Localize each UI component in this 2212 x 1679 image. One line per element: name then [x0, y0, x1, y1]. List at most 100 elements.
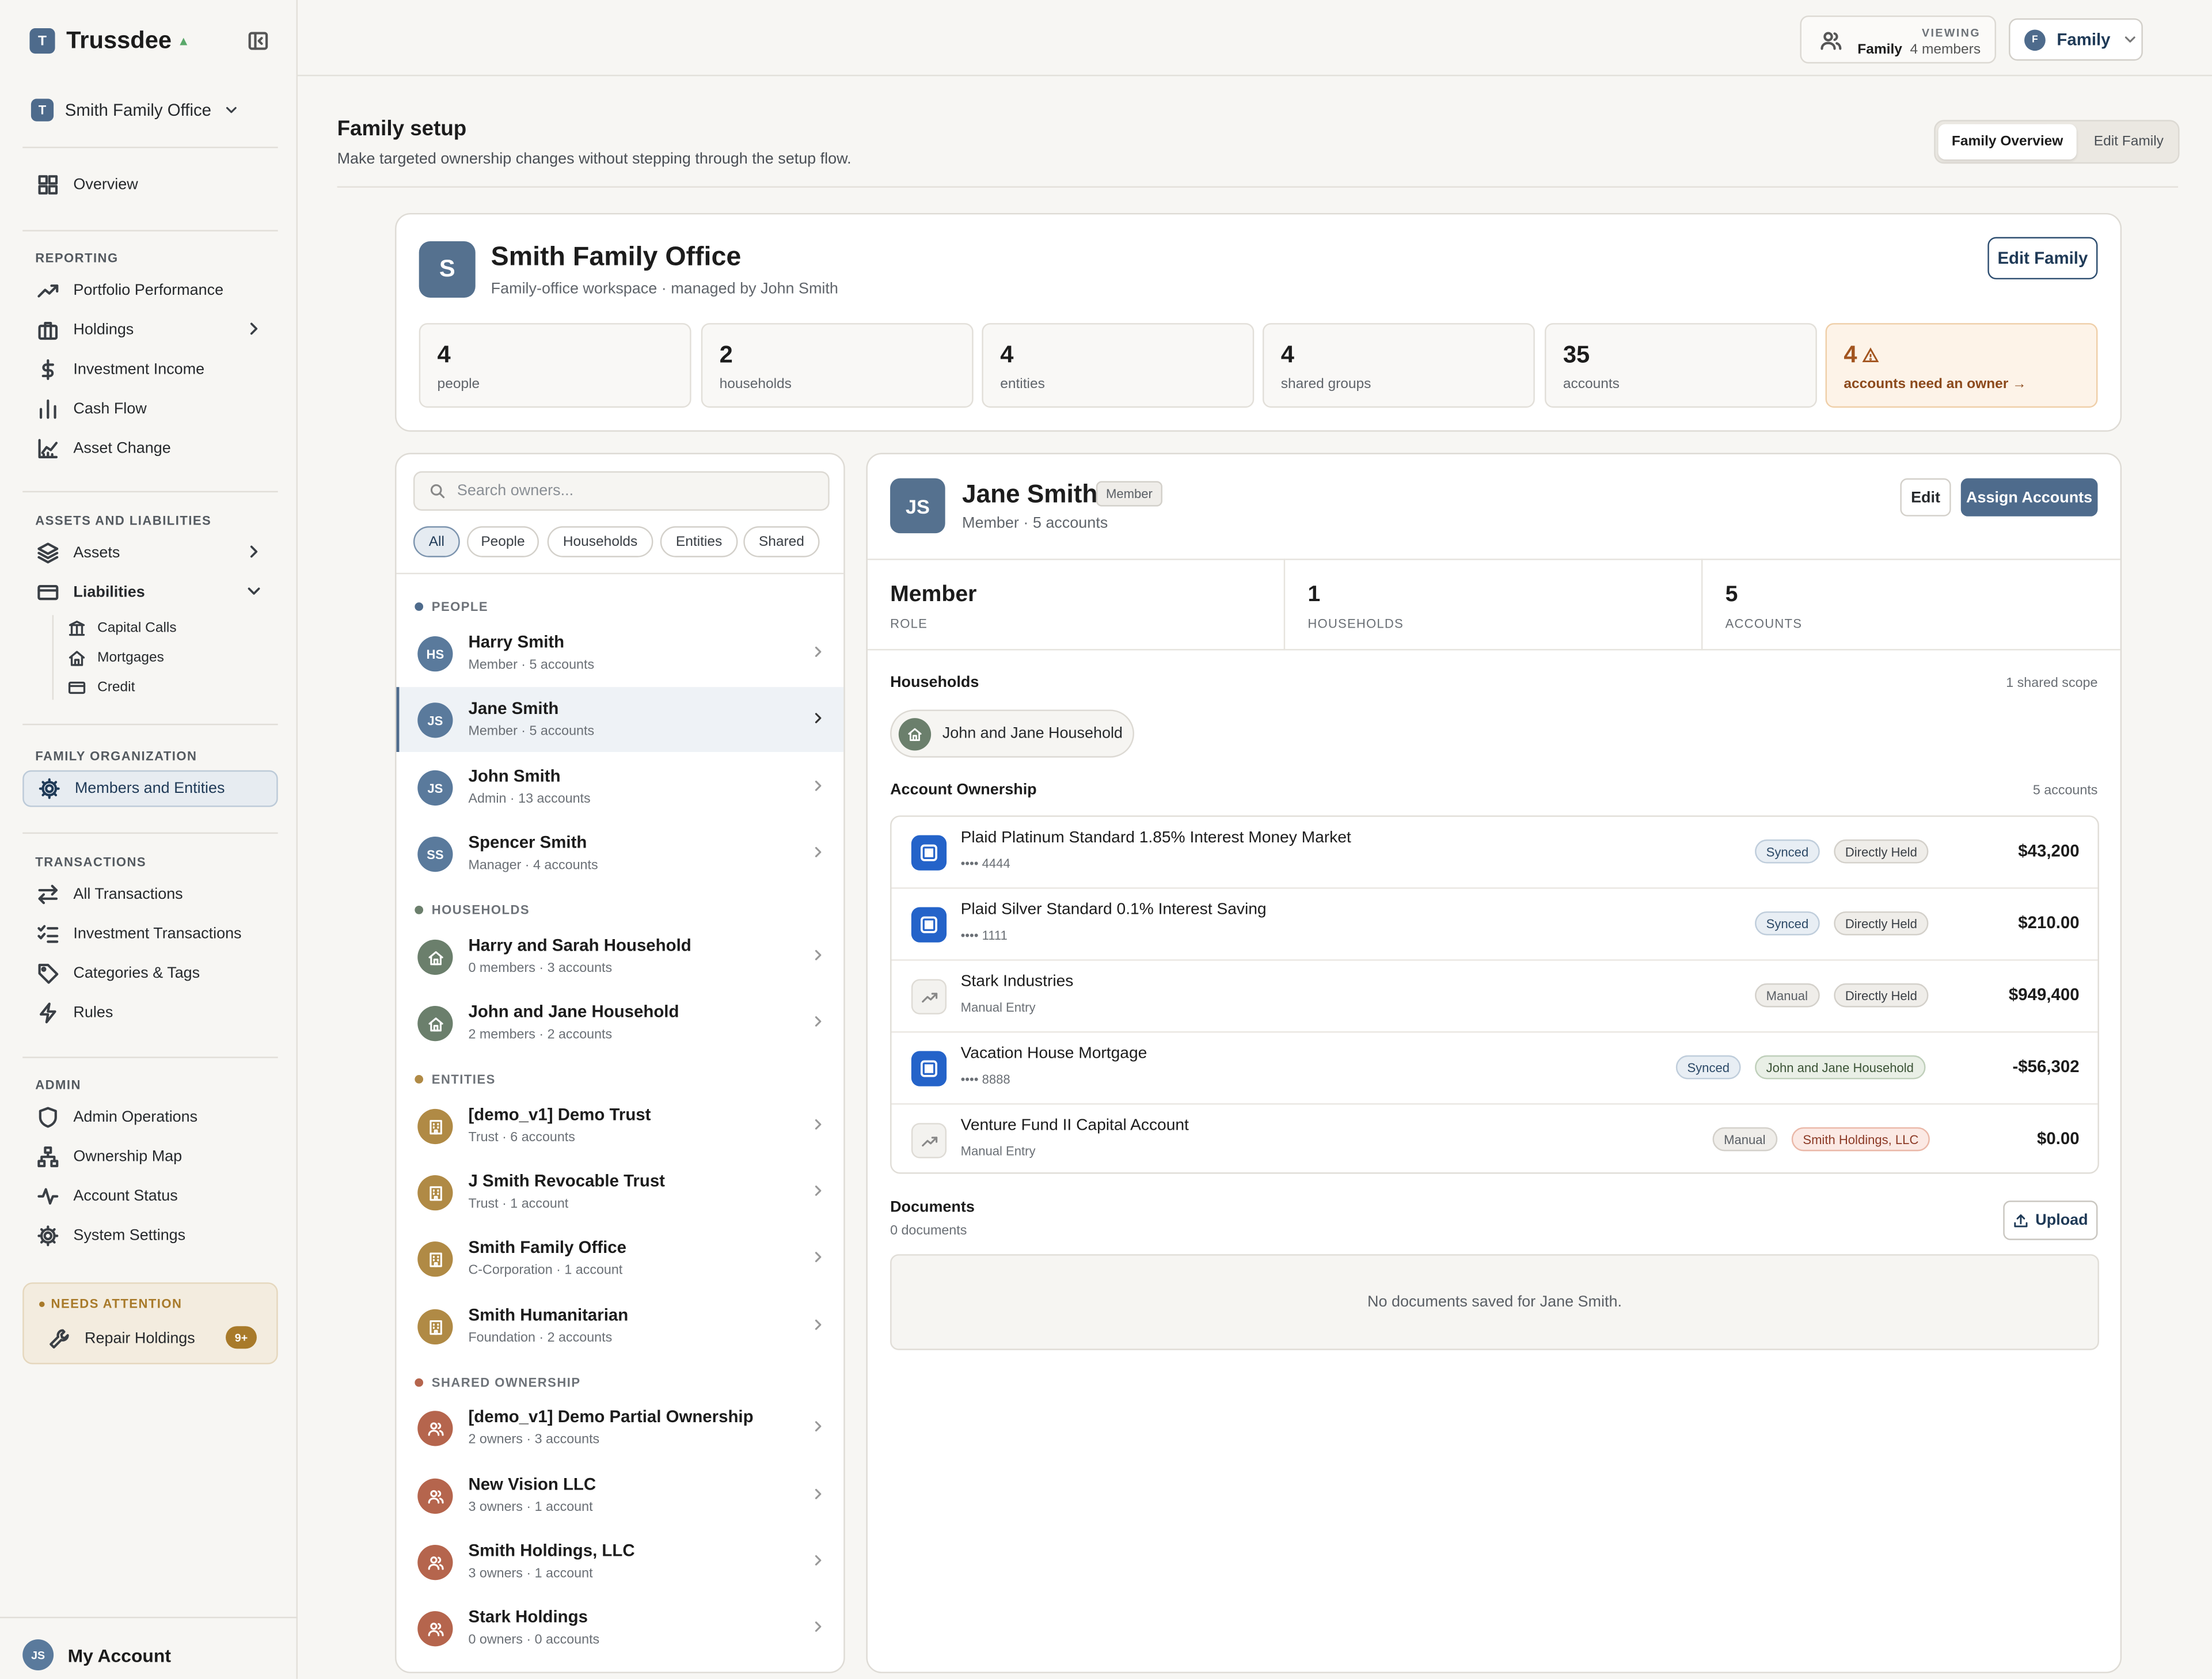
filter-shared[interactable]: Shared [743, 526, 820, 557]
section-family-organization: FAMILY ORGANIZATION [35, 749, 197, 763]
my-account-button[interactable]: JS My Account [22, 1639, 171, 1671]
owner-name: Smith Family Office [468, 1237, 626, 1258]
nav-label: Members and Entities [74, 780, 225, 797]
repair-holdings-link[interactable]: Repair Holdings [48, 1328, 195, 1350]
credit-card-icon [37, 584, 59, 601]
nav-liabilities[interactable]: Liabilities [22, 576, 278, 610]
chevron-right-icon [815, 647, 822, 657]
nav-mortgages[interactable]: Mortgages [68, 645, 164, 670]
stat-unowned-accounts[interactable]: 4 accounts need an owner → [1825, 323, 2098, 408]
nav-holdings[interactable]: Holdings [22, 313, 278, 347]
tab-family-overview[interactable]: Family Overview [1938, 124, 2077, 159]
edit-button[interactable]: Edit [1900, 478, 1951, 516]
nav-rules[interactable]: Rules [22, 996, 278, 1030]
stat-people[interactable]: 4 people [419, 323, 691, 408]
group-label: HOUSEHOLDS [431, 903, 530, 917]
bank-icon [911, 907, 947, 943]
lightning-icon [39, 1002, 56, 1024]
tab-edit-family[interactable]: Edit Family [2080, 124, 2179, 159]
stat-value: 4 [1844, 341, 1880, 370]
owner-row[interactable]: HS Harry Smith Member · 5 accounts [397, 621, 844, 686]
owner-name: Harry Smith [468, 632, 565, 652]
nav-label: Cash Flow [73, 400, 147, 418]
nav-label: Overview [73, 176, 138, 193]
owner-meta: 3 owners · 1 account [468, 1499, 593, 1515]
filter-all[interactable]: All [413, 526, 460, 557]
owner-row[interactable]: Smith Holdings, LLC 3 owners · 1 account [397, 1529, 844, 1594]
search-input[interactable]: Search owners... [413, 471, 830, 511]
owner-row-selected[interactable]: JS Jane Smith Member · 5 accounts [396, 687, 844, 752]
trend-up-icon [921, 1135, 937, 1146]
owner-row[interactable]: J Smith Revocable Trust Trust · 1 accoun… [397, 1160, 844, 1225]
nav-overview[interactable]: Overview [22, 168, 278, 202]
nav-credit[interactable]: Credit [68, 674, 135, 700]
owner-row[interactable]: John and Jane Household 2 members · 2 ac… [397, 990, 844, 1055]
filter-households[interactable]: Households [547, 526, 653, 557]
bank-icon [911, 1051, 947, 1087]
owner-row[interactable]: SS Spencer Smith Manager · 4 accounts [397, 821, 844, 886]
avatar: HS [417, 636, 453, 672]
kpi-value: 1 [1308, 582, 1321, 607]
nav-ownership-map[interactable]: Ownership Map [22, 1140, 278, 1174]
nav-investment-transactions[interactable]: Investment Transactions [22, 917, 278, 951]
collapse-sidebar-icon[interactable] [247, 29, 269, 52]
nav-all-transactions[interactable]: All Transactions [22, 878, 278, 911]
shared-avatar [417, 1544, 453, 1581]
owner-row[interactable]: Smith Humanitarian Foundation · 2 accoun… [397, 1294, 844, 1359]
nav-categories-tags[interactable]: Categories & Tags [22, 956, 278, 990]
nav-account-status[interactable]: Account Status [22, 1179, 278, 1213]
owner-meta: Foundation · 2 accounts [468, 1330, 613, 1346]
needs-attention-panel: ● NEEDS ATTENTION Repair Holdings 9+ [22, 1282, 278, 1365]
family-select[interactable]: F Family [2009, 18, 2143, 61]
tag-icon [38, 963, 59, 984]
account-row[interactable]: Stark Industries Manual Entry Manual Dir… [891, 961, 2098, 1033]
stat-accounts[interactable]: 35 accounts [1544, 323, 1817, 408]
nav-system-settings[interactable]: System Settings [22, 1219, 278, 1253]
brand[interactable]: T Trussdee ▲ [29, 27, 190, 55]
account-row[interactable]: Plaid Silver Standard 0.1% Interest Savi… [891, 889, 2098, 961]
nav-investment-income[interactable]: Investment Income [22, 353, 278, 387]
chevron-right-icon [815, 1319, 822, 1330]
account-row[interactable]: Vacation House Mortgage •••• 8888 Synced… [891, 1033, 2098, 1105]
filter-people[interactable]: People [467, 526, 539, 557]
owner-row[interactable]: New Vision LLC 3 owners · 1 account [397, 1463, 844, 1528]
owner-row[interactable]: Harry and Sarah Household 0 members · 3 … [397, 924, 844, 989]
nav-assets[interactable]: Assets [22, 536, 278, 570]
assign-accounts-button[interactable]: Assign Accounts [1960, 478, 2098, 516]
edit-family-button[interactable]: Edit Family [1987, 237, 2098, 280]
account-row[interactable]: Plaid Platinum Standard 1.85% Interest M… [891, 817, 2098, 889]
account-row[interactable]: Venture Fund II Capital Account Manual E… [892, 1105, 2098, 1177]
nav-members-and-entities[interactable]: Members and Entities [22, 770, 278, 807]
owner-row[interactable]: Smith Family Office C-Corporation · 1 ac… [397, 1226, 844, 1291]
building-icon [429, 1119, 442, 1134]
shared-avatar [417, 1478, 453, 1514]
family-avatar: S [419, 241, 476, 298]
nav-admin-operations[interactable]: Admin Operations [22, 1100, 278, 1134]
avatar: JS [22, 1639, 54, 1671]
stat-entities[interactable]: 4 entities [982, 323, 1255, 408]
org-switcher[interactable]: T Smith Family Office [31, 98, 240, 121]
owner-row[interactable]: Stark Holdings 0 owners · 0 accounts [397, 1596, 844, 1661]
stat-households[interactable]: 2 households [701, 323, 974, 408]
nav-cash-flow[interactable]: Cash Flow [22, 392, 278, 426]
my-account-label: My Account [67, 1644, 171, 1666]
nav-label: Capital Calls [97, 620, 177, 636]
account-name: Stark Industries [960, 973, 1074, 991]
chevron-right-icon [815, 1421, 822, 1432]
nav-capital-calls[interactable]: Capital Calls [68, 615, 177, 640]
org-name: Smith Family Office [64, 100, 212, 120]
owner-row[interactable]: [demo_v1] Demo Trust Trust · 6 accounts [397, 1093, 844, 1158]
filter-entities[interactable]: Entities [660, 526, 738, 557]
owner-row[interactable]: JS John Smith Admin · 13 accounts [397, 755, 844, 820]
source-badge: Synced [1675, 1055, 1741, 1080]
arrows-exchange-icon [38, 884, 58, 905]
viewing-scope[interactable]: VIEWING Family 4 members [1800, 15, 1997, 64]
owner-row[interactable]: [demo_v1] Demo Partial Ownership 2 owner… [397, 1395, 844, 1460]
holder-badge: Directly Held [1834, 983, 1929, 1008]
chevron-right-icon [815, 1555, 822, 1566]
nav-portfolio-performance[interactable]: Portfolio Performance [22, 273, 278, 307]
stat-shared-groups[interactable]: 4 shared groups [1262, 323, 1535, 408]
nav-asset-change[interactable]: Asset Change [22, 432, 278, 466]
household-chip[interactable]: John and Jane Household [890, 709, 1134, 758]
upload-button[interactable]: Upload [2003, 1201, 2098, 1240]
